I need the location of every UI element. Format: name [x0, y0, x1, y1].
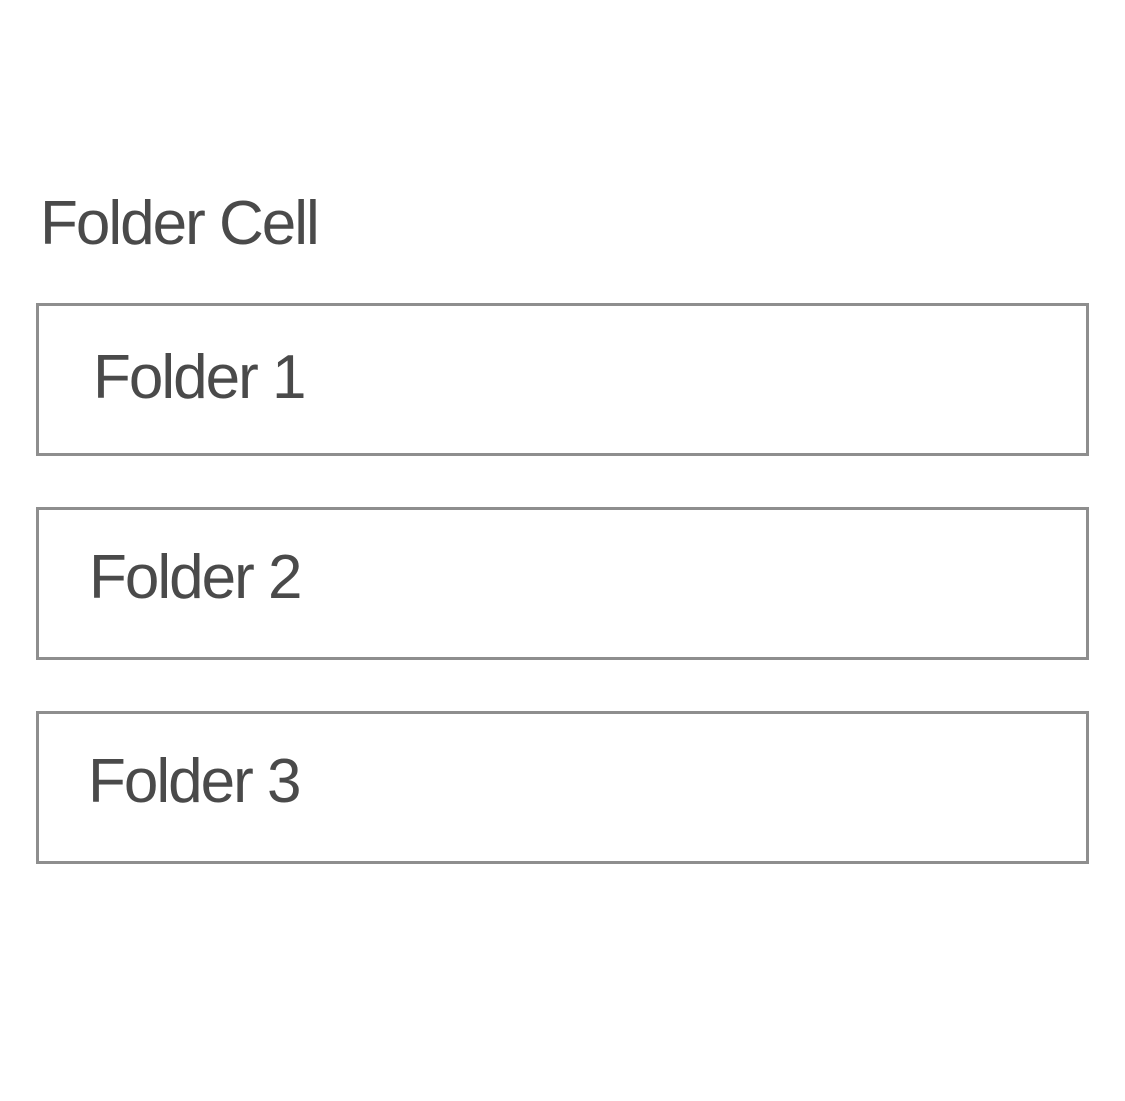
- folder-label: Folder 1: [93, 342, 306, 412]
- folder-cell-3[interactable]: Folder 3: [36, 711, 1089, 864]
- page-title: Folder Cell: [40, 189, 320, 258]
- folder-cell-2[interactable]: Folder 2: [36, 507, 1089, 660]
- folder-cell-1[interactable]: Folder 1: [36, 303, 1089, 456]
- folder-label: Folder 3: [88, 746, 301, 816]
- folder-label: Folder 2: [89, 542, 302, 612]
- folder-list: Folder 1 Folder 2 Folder 3: [36, 303, 1089, 864]
